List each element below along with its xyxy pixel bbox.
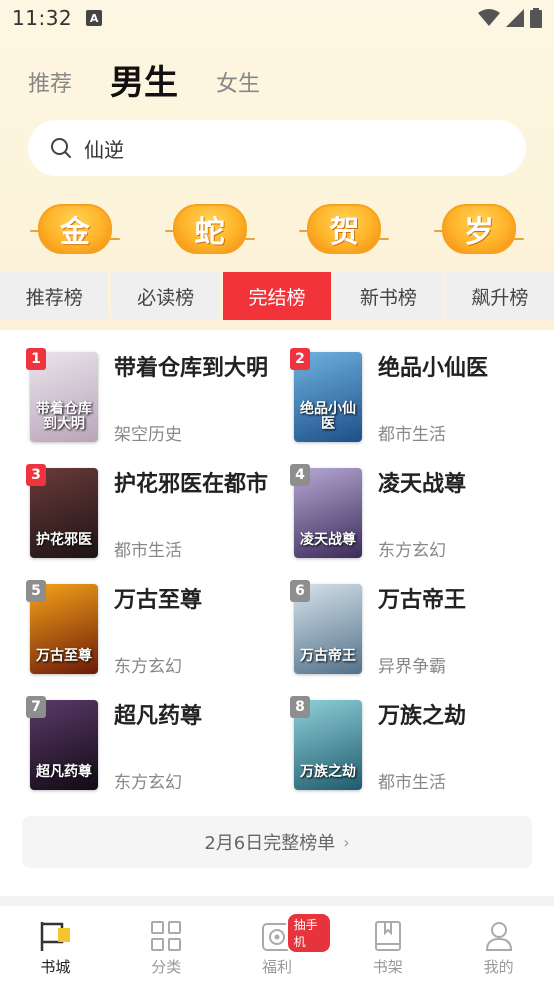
battery-icon xyxy=(530,8,542,28)
rank-badge: 7 xyxy=(26,696,46,718)
nav-profile[interactable]: 我的 xyxy=(443,906,554,986)
section-divider xyxy=(0,896,554,906)
rank-badge: 4 xyxy=(290,464,310,486)
rank-badge: 8 xyxy=(290,696,310,718)
nav-label: 分类 xyxy=(151,958,182,976)
book-genre: 都市生活 xyxy=(378,425,446,445)
book-title[interactable]: 万古至尊 xyxy=(114,586,274,615)
book-item[interactable]: 带着仓库到大明 1 带着仓库到大明 架空历史 xyxy=(26,348,294,452)
book-item[interactable]: 万族之劫 8 万族之劫 都市生活 xyxy=(290,696,554,800)
nav-welfare[interactable]: 福利 抽手机 xyxy=(222,906,333,986)
tab-new-books-rank[interactable]: 新书榜 xyxy=(334,272,443,320)
book-item[interactable]: 万古帝王 6 万古帝王 异界争霸 xyxy=(290,580,554,684)
full-ranking-button[interactable]: 2月6日完整榜单 › xyxy=(22,816,532,868)
book-genre: 东方玄幻 xyxy=(378,541,446,561)
book-title[interactable]: 带着仓库到大明 xyxy=(114,354,274,383)
book-item[interactable]: 绝品小仙医 2 绝品小仙医 都市生活 xyxy=(290,348,554,452)
status-icons xyxy=(478,8,542,28)
search-bar[interactable]: 仙逆 xyxy=(28,120,526,176)
tab-recommend-rank[interactable]: 推荐榜 xyxy=(0,272,109,320)
festival-banner[interactable]: 金 蛇 贺 岁 xyxy=(30,200,524,260)
festival-coin-2[interactable]: 蛇 xyxy=(164,200,255,258)
status-bar: 11:32 A xyxy=(0,0,554,36)
signal-icon xyxy=(506,9,524,27)
nav-bookstore[interactable]: 书城 xyxy=(0,906,111,986)
book-title[interactable]: 绝品小仙医 xyxy=(378,354,538,383)
book-title[interactable]: 万古帝王 xyxy=(378,586,538,615)
person-icon xyxy=(485,922,512,951)
book-genre: 都市生活 xyxy=(378,773,446,793)
bottom-navigation: 书城 分类 福利 抽手机 书架 我的 xyxy=(0,906,554,986)
rank-badge: 3 xyxy=(26,464,46,486)
book-genre: 架空历史 xyxy=(114,425,182,445)
tab-must-read-rank[interactable]: 必读榜 xyxy=(111,272,220,320)
promo-badge: 抽手机 xyxy=(285,912,333,954)
cover-title: 超凡药尊 xyxy=(36,764,92,780)
search-input[interactable]: 仙逆 xyxy=(84,134,124,163)
book-genre: 东方玄幻 xyxy=(114,773,182,793)
tab-completed-rank[interactable]: 完结榜 xyxy=(222,272,332,320)
book-title[interactable]: 凌天战尊 xyxy=(378,470,538,499)
book-item[interactable]: 护花邪医 3 护花邪医在都市 都市生活 xyxy=(26,464,294,568)
festival-char: 贺 xyxy=(307,204,382,254)
grid-icon xyxy=(151,921,182,951)
book-genre: 东方玄幻 xyxy=(114,657,182,677)
festival-char: 金 xyxy=(38,204,112,254)
ranking-tabs: 推荐榜 必读榜 完结榜 新书榜 飙升榜 xyxy=(0,272,554,320)
festival-char: 岁 xyxy=(441,204,516,254)
book-item[interactable]: 万古至尊 5 万古至尊 东方玄幻 xyxy=(26,580,294,684)
cover-title: 带着仓库到大明 xyxy=(36,401,92,432)
channel-tabs: 推荐 男生 女生 xyxy=(28,56,260,104)
wifi-icon xyxy=(478,9,500,26)
tab-recommend[interactable]: 推荐 xyxy=(28,66,72,104)
cover-title: 万族之劫 xyxy=(300,764,356,780)
nav-bookshelf[interactable]: 书架 xyxy=(332,906,443,986)
notification-icon: A xyxy=(86,10,103,26)
book-title[interactable]: 超凡药尊 xyxy=(114,702,274,731)
nav-label: 福利 xyxy=(261,958,292,976)
book-title[interactable]: 万族之劫 xyxy=(378,702,538,731)
festival-coin-3[interactable]: 贺 xyxy=(299,200,390,258)
tab-female[interactable]: 女生 xyxy=(216,66,260,104)
cover-title: 绝品小仙医 xyxy=(300,401,356,432)
tab-rising-rank[interactable]: 飙升榜 xyxy=(445,272,554,320)
rank-badge: 5 xyxy=(26,580,46,602)
cover-title: 万古帝王 xyxy=(300,648,356,664)
book-genre: 都市生活 xyxy=(114,541,182,561)
rank-badge: 2 xyxy=(290,348,310,370)
cover-title: 护花邪医 xyxy=(36,532,92,548)
nav-label: 我的 xyxy=(483,958,514,976)
cover-title: 凌天战尊 xyxy=(300,532,356,548)
full-ranking-label: 2月6日完整榜单 xyxy=(204,833,336,854)
festival-char: 蛇 xyxy=(172,204,247,254)
book-genre: 异界争霸 xyxy=(378,657,446,677)
book-item[interactable]: 超凡药尊 7 超凡药尊 东方玄幻 xyxy=(26,696,294,800)
festival-coin-4[interactable]: 岁 xyxy=(433,200,524,258)
rank-badge: 6 xyxy=(290,580,310,602)
flag-icon xyxy=(41,922,71,951)
nav-category[interactable]: 分类 xyxy=(111,906,222,986)
chevron-right-icon: › xyxy=(343,832,350,852)
nav-label: 书架 xyxy=(372,958,403,976)
cover-title: 万古至尊 xyxy=(36,648,92,664)
tab-male[interactable]: 男生 xyxy=(110,55,178,104)
book-title[interactable]: 护花邪医在都市 xyxy=(114,470,274,499)
festival-coin-1[interactable]: 金 xyxy=(30,200,120,258)
rank-badge: 1 xyxy=(26,348,46,370)
bookshelf-icon xyxy=(374,921,401,951)
nav-label: 书城 xyxy=(40,958,71,976)
book-item[interactable]: 凌天战尊 4 凌天战尊 东方玄幻 xyxy=(290,464,554,568)
status-time: 11:32 xyxy=(12,6,73,30)
search-icon xyxy=(51,138,71,158)
